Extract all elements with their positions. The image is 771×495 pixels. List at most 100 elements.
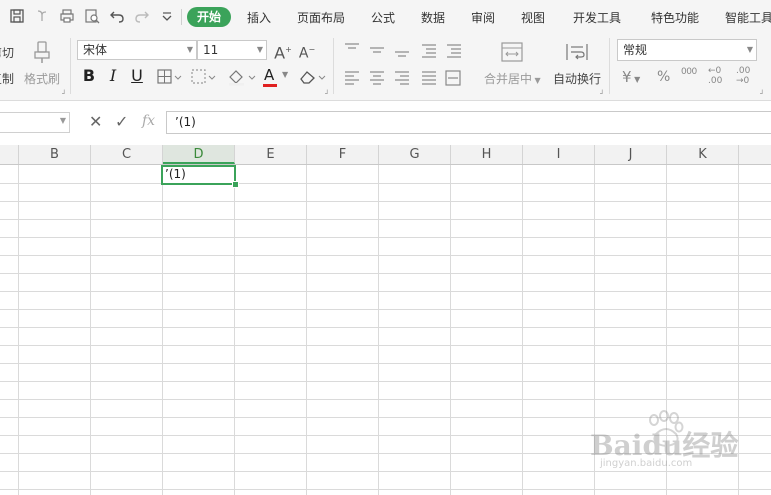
redo-icon[interactable] — [33, 8, 51, 26]
group-launcher-icon[interactable]: ┘ — [760, 90, 764, 98]
percent-button[interactable]: % — [657, 69, 670, 85]
fill-handle[interactable] — [232, 181, 239, 188]
row-gridline — [0, 219, 771, 220]
row-gridline — [0, 381, 771, 382]
currency-button[interactable]: ¥ ▼ — [622, 68, 640, 86]
print-icon[interactable] — [58, 8, 76, 26]
row-gridline — [0, 309, 771, 310]
format-painter-button[interactable]: 格式刷 — [24, 70, 60, 87]
formula-input[interactable]: ’(1) — [166, 111, 771, 134]
name-box[interactable]: ▼ — [0, 112, 70, 133]
chevron-down-icon: ▼ — [746, 45, 753, 54]
row-gridline — [0, 489, 771, 490]
tab-formulas[interactable]: 公式 — [371, 9, 395, 26]
column-header-j[interactable]: J — [595, 145, 667, 164]
fill-border-icon[interactable] — [190, 68, 218, 86]
formula-bar: ▼ ✕ ✓ fx ’(1) — [0, 110, 771, 136]
fill-color-icon[interactable] — [226, 68, 258, 86]
group-launcher-icon[interactable]: ┘ — [325, 90, 329, 98]
column-header-f[interactable]: F — [307, 145, 379, 164]
merge-center-button[interactable]: 合并居中 ▼ — [484, 70, 541, 87]
insert-function-icon[interactable]: fx — [142, 113, 155, 129]
column-header-g[interactable]: G — [379, 145, 451, 164]
row-gridline — [0, 255, 771, 256]
decrease-font-icon[interactable]: A− — [298, 40, 316, 62]
group-launcher-icon[interactable]: ┘ — [600, 90, 604, 98]
cancel-icon[interactable]: ✕ — [89, 112, 102, 131]
currency-glyph: ¥ — [622, 68, 632, 86]
font-color-button[interactable]: A ▼ — [262, 66, 292, 88]
tab-special-features[interactable]: 特色功能 — [651, 9, 699, 26]
divider — [181, 9, 182, 25]
tab-developer[interactable]: 开发工具 — [573, 9, 621, 26]
tab-page-layout[interactable]: 页面布局 — [297, 9, 345, 26]
vertical-align-icons[interactable] — [342, 40, 472, 60]
column-header-e[interactable]: E — [235, 145, 307, 164]
font-size-value: 11 — [203, 43, 219, 57]
menu-bar: 开始 插入 页面布局 公式 数据 审阅 视图 开发工具 特色功能 智能工具 — [0, 0, 771, 34]
baidu-watermark-logo: Baidu经验 jingyan.baidu.com — [590, 410, 760, 470]
column-gridline — [306, 165, 307, 495]
font-name-select[interactable]: 宋体 ▼ — [77, 40, 197, 60]
watermark-url: jingyan.baidu.com — [600, 458, 693, 469]
more-dropdown-icon[interactable] — [158, 8, 176, 26]
column-header-b[interactable]: B — [19, 145, 91, 164]
tab-insert[interactable]: 插入 — [247, 9, 271, 26]
column-header-d[interactable]: D — [163, 145, 235, 164]
increase-decimal-button[interactable]: ←0 .00 — [708, 66, 730, 86]
divider — [333, 38, 334, 94]
column-header-i[interactable]: I — [523, 145, 595, 164]
row-gridline — [0, 237, 771, 238]
tab-smart-tools[interactable]: 智能工具 — [725, 9, 771, 26]
merge-center-label: 合并居中 — [484, 72, 533, 86]
tab-data[interactable]: 数据 — [421, 9, 445, 26]
copy-button[interactable]: 复制 — [0, 70, 14, 87]
column-gridline — [234, 165, 235, 495]
column-header-c[interactable]: C — [91, 145, 163, 164]
group-launcher-icon[interactable]: ┘ — [62, 90, 66, 98]
bold-button[interactable]: B — [80, 66, 98, 86]
column-gridline — [378, 165, 379, 495]
row-gridline — [0, 399, 771, 400]
cell-d-value: ’(1) — [165, 167, 186, 181]
font-size-select[interactable]: 11 ▼ — [197, 40, 267, 60]
chevron-down-icon: ▼ — [256, 45, 263, 54]
tab-review[interactable]: 审阅 — [471, 9, 495, 26]
horizontal-align-icons[interactable] — [342, 67, 472, 87]
number-format-select[interactable]: 常规 ▼ — [617, 39, 757, 61]
redo-icon[interactable] — [133, 8, 151, 26]
column-header-h[interactable]: H — [451, 145, 523, 164]
italic-button[interactable]: I — [104, 66, 122, 86]
column-gridline — [162, 165, 163, 495]
tab-home[interactable]: 开始 — [187, 7, 231, 27]
chevron-down-icon: ▼ — [282, 70, 289, 79]
cut-button[interactable]: 剪切 — [0, 44, 14, 61]
wrap-text-button[interactable]: 自动换行 — [553, 70, 601, 87]
print-preview-icon[interactable] — [83, 8, 101, 26]
thousands-button[interactable]: 000 — [681, 67, 697, 77]
ribbon: 剪切 复制 格式刷 ┘ 宋体 ▼ 11 ▼ A+ A− B I U A ▼ ┘ — [0, 34, 771, 101]
tab-view[interactable]: 视图 — [521, 9, 545, 26]
divider — [70, 38, 71, 94]
undo-icon[interactable] — [108, 8, 126, 26]
divider — [609, 38, 610, 94]
border-icon[interactable] — [156, 68, 184, 86]
column-header-row: B C D E F G H I J K — [0, 145, 771, 165]
wrap-text-icon — [564, 41, 590, 63]
row-gridline — [0, 291, 771, 292]
save-icon[interactable] — [8, 8, 26, 26]
font-color-glyph: A — [264, 66, 275, 84]
row-gridline — [0, 273, 771, 274]
row-gridline — [0, 345, 771, 346]
column-gridline — [18, 165, 19, 495]
column-header-k[interactable]: K — [667, 145, 739, 164]
decrease-decimal-button[interactable]: .00 →0 — [736, 66, 758, 86]
confirm-icon[interactable]: ✓ — [115, 112, 128, 131]
clear-icon[interactable] — [298, 68, 328, 86]
column-header-a[interactable] — [0, 145, 19, 164]
column-header-l[interactable] — [739, 145, 771, 164]
increase-font-icon[interactable]: A+ — [274, 40, 292, 62]
row-gridline — [0, 183, 771, 184]
chevron-down-icon: ▼ — [59, 116, 66, 125]
underline-button[interactable]: U — [128, 66, 146, 86]
